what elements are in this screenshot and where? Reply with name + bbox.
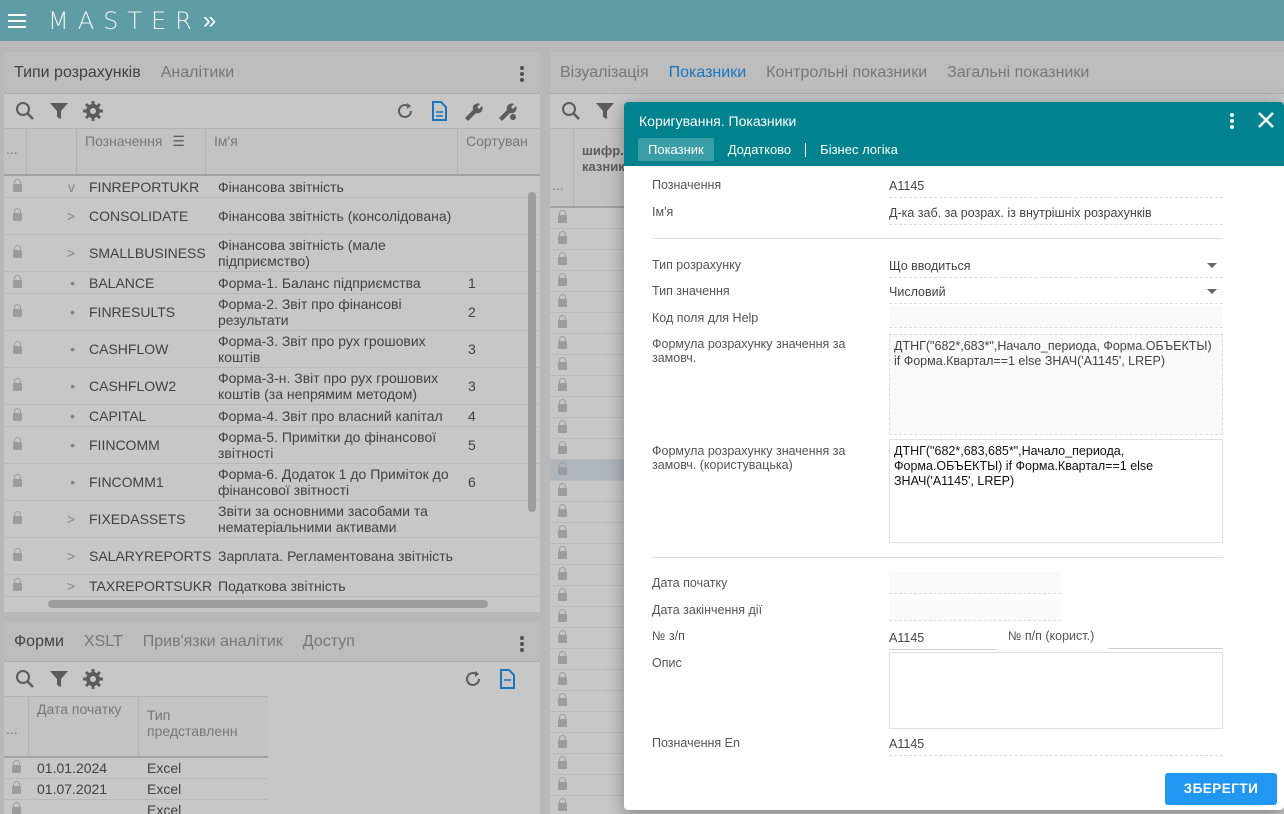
number-user-label: № п/п (корист.) — [1008, 629, 1095, 643]
section-divider — [652, 238, 1223, 239]
number-label: № з/п — [652, 629, 685, 643]
dropdown-arrow-icon[interactable] — [1207, 263, 1217, 268]
formula-label: Формула розрахунку значення за замовч. — [652, 337, 846, 365]
help-code-field[interactable] — [889, 306, 1223, 328]
dialog-tabs: Показник Додатково Бізнес логіка — [638, 138, 912, 161]
description-label: Опис — [652, 656, 682, 670]
value-type-label: Тип значення — [652, 284, 730, 298]
dropdown-arrow-icon[interactable] — [1207, 289, 1217, 294]
calc-type-label: Тип розрахунку — [652, 258, 741, 272]
name-label: Ім'я — [652, 205, 674, 219]
designation-field[interactable]: A1145 — [889, 179, 1223, 198]
more-icon[interactable] — [1230, 113, 1234, 129]
dialog-header: Коригування. Показники Показник Додатков… — [624, 102, 1284, 166]
section-divider — [652, 557, 1223, 558]
formula-user-field[interactable]: ДТНГ("682*,683,685*",Начало_периода, Фор… — [889, 439, 1223, 543]
description-field[interactable] — [889, 652, 1223, 729]
start-date-field[interactable] — [889, 572, 1061, 594]
tab-divider — [805, 142, 807, 157]
edit-indicator-dialog: Коригування. Показники Показник Додатков… — [624, 102, 1284, 810]
save-button[interactable]: ЗБЕРЕГТИ — [1165, 773, 1277, 805]
value-type-select[interactable]: Числовий — [889, 285, 1223, 304]
designation-label: Позначення — [652, 178, 722, 192]
app-logo: MASTER — [48, 6, 201, 35]
formula-field[interactable]: ДТНГ("682*,683*",Начало_периода, Форма.О… — [889, 334, 1223, 435]
help-code-label: Код поля для Help — [652, 311, 759, 325]
start-date-label: Дата початку — [652, 576, 728, 590]
number-field[interactable]: A1145 — [889, 631, 997, 650]
designation-en-field[interactable]: A1145 — [889, 737, 1223, 756]
calc-type-select[interactable]: Що вводиться — [889, 259, 1223, 278]
end-date-field[interactable] — [889, 599, 1061, 621]
tab-business-logic[interactable]: Бізнес логіка — [810, 138, 908, 161]
formula-user-label: Формула розрахунку значення за замовч. (… — [652, 444, 846, 472]
designation-en-label: Позначення En — [652, 736, 740, 750]
tab-additional[interactable]: Додатково — [718, 138, 801, 161]
close-icon[interactable] — [1256, 110, 1276, 130]
tab-indicator[interactable]: Показник — [638, 138, 714, 161]
name-field[interactable]: Д-ка заб. за розрах. із внутрішніх розра… — [889, 206, 1223, 225]
expand-chevron-icon[interactable]: » — [203, 7, 216, 35]
end-date-label: Дата закінчення дії — [652, 603, 763, 617]
menu-icon[interactable] — [8, 13, 26, 28]
top-bar: MASTER » — [0, 0, 1284, 41]
dialog-title: Коригування. Показники — [639, 113, 797, 129]
number-user-field[interactable] — [1108, 631, 1223, 649]
